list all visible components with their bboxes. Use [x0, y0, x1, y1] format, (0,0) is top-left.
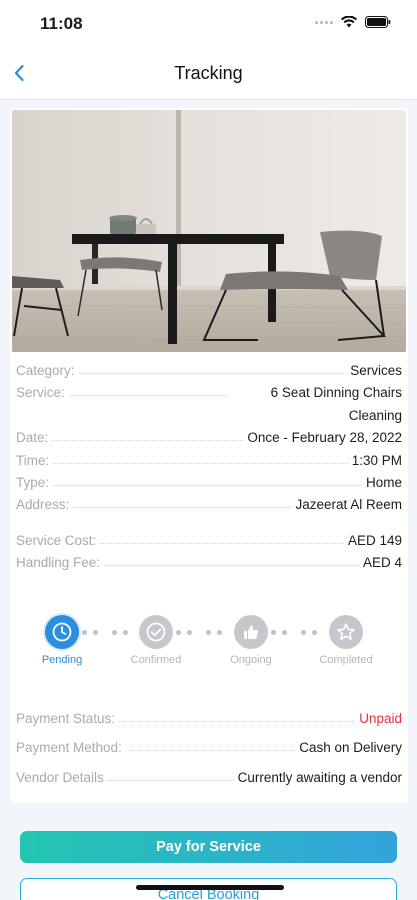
leader-dots [53, 450, 348, 464]
service-cost-label: Service Cost: [16, 532, 97, 548]
step-completed: Completed [308, 615, 384, 666]
home-indicator [136, 885, 284, 890]
step-label: Pending [41, 654, 83, 666]
step-label: Confirmed [130, 654, 182, 666]
date-label: Date: [16, 430, 49, 446]
leader-dots [125, 733, 296, 752]
status-tracker: Pending Confirmed Ongoing Completed [10, 615, 408, 675]
status-time: 11:08 [40, 14, 83, 33]
step-connector [82, 630, 98, 635]
status-bar: 11:08 [0, 0, 417, 48]
payment-method-row: Payment Method: Cash on Delivery [16, 733, 402, 762]
step-connector [271, 630, 287, 635]
handling-fee-value: AED 4 [362, 555, 402, 571]
leader-dots [73, 494, 292, 509]
detail-row-service-cost: Service Cost: AED 149 [16, 530, 402, 552]
service-label: Service: [16, 385, 65, 401]
payment-status-row: Payment Status: Unpaid [16, 704, 402, 733]
leader-dots [68, 382, 228, 397]
address-label: Address: [16, 497, 70, 513]
page-title: Tracking [174, 63, 243, 83]
dining-room-image [12, 110, 406, 352]
type-value: Home [365, 475, 402, 491]
detail-row-handling-fee: Handling Fee: AED 4 [16, 552, 402, 574]
leader-dots [53, 472, 362, 487]
payment-status-label: Payment Status: [16, 711, 116, 726]
detail-row-service: Service: 6 Seat Dinning Chairs Cleaning [16, 382, 402, 427]
date-value: Once - February 28, 2022 [247, 430, 402, 446]
payment-method-label: Payment Method: [16, 740, 122, 756]
battery-icon [365, 16, 391, 28]
detail-row-date: Date: Once - February 28, 2022 [16, 427, 402, 449]
address-value: Jazeerat Al Reem [295, 497, 402, 513]
payment-method-value: Cash on Delivery [299, 740, 402, 756]
vendor-details-label: Vendor Details [16, 769, 104, 785]
clock-icon [45, 615, 79, 649]
step-connector [176, 630, 192, 635]
time-value: 1:30 PM [351, 452, 402, 468]
star-icon [329, 615, 363, 649]
detail-row-address: Address: Jazeerat Al Reem [16, 494, 402, 516]
category-label: Category: [16, 363, 75, 378]
payment-details: Payment Status: Unpaid Payment Method: C… [16, 704, 402, 792]
service-cost-value: AED 149 [347, 532, 402, 548]
category-value: Services [350, 363, 402, 378]
time-label: Time: [16, 452, 50, 468]
step-confirmed: Confirmed [118, 615, 194, 666]
signal-icon [315, 20, 333, 24]
step-label: Completed [319, 654, 373, 666]
leader-dots [52, 427, 244, 442]
check-icon [139, 615, 173, 649]
step-pending: Pending [24, 615, 100, 666]
leader-dots [100, 530, 344, 544]
pay-for-service-button[interactable]: Pay for Service [20, 831, 397, 863]
leader-dots [104, 552, 359, 567]
booking-card: Category: Services Service: 6 Seat Dinni… [10, 108, 408, 803]
thumbs-up-icon [234, 615, 268, 649]
step-label: Ongoing [230, 654, 272, 666]
step-ongoing: Ongoing [213, 615, 289, 666]
detail-row-type: Type: Home [16, 472, 402, 494]
nav-bar: Tracking [0, 48, 417, 100]
detail-row-time: Time: 1:30 PM [16, 450, 402, 472]
vendor-details-value: Currently awaiting a vendor [237, 769, 402, 785]
leader-dots [78, 360, 347, 374]
payment-status-value: Unpaid [359, 711, 402, 726]
leader-dots [119, 704, 356, 722]
vendor-details-row: Vendor Details Currently awaiting a vend… [16, 763, 402, 792]
status-icons [315, 16, 391, 28]
service-value: 6 Seat Dinning Chairs Cleaning [270, 385, 402, 423]
handling-fee-label: Handling Fee: [16, 555, 101, 571]
leader-dots [107, 763, 234, 781]
booking-details: Category: Services Service: 6 Seat Dinni… [16, 360, 402, 575]
service-photo [12, 110, 406, 352]
type-label: Type: [16, 475, 50, 491]
wifi-icon [341, 16, 357, 28]
detail-row-category: Category: Services [16, 360, 402, 382]
